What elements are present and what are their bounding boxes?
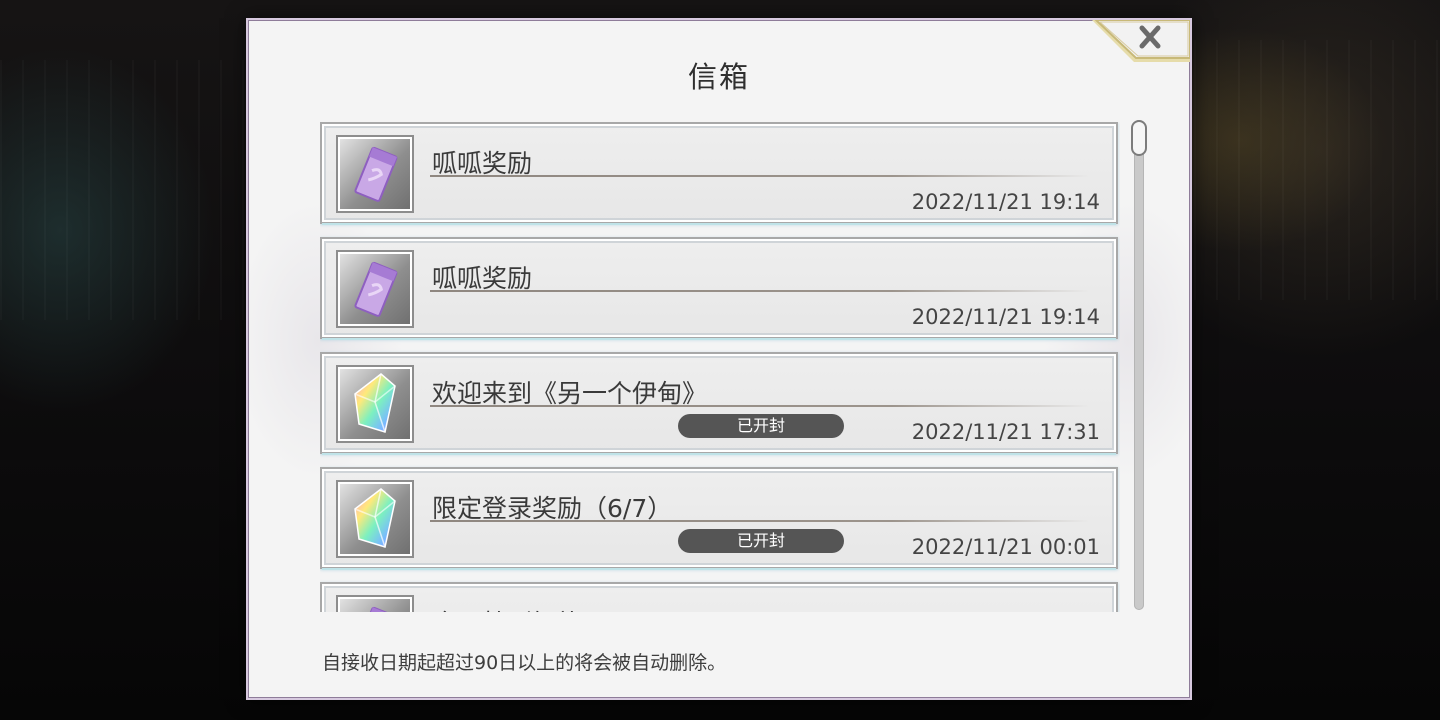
mail-item[interactable]: 限定登录奖励（6/7） 已开封 2022/11/21 00:01: [320, 467, 1118, 570]
auto-delete-notice: 自接收日期起超过90日以上的将会被自动删除。: [322, 652, 727, 674]
ticket-icon: [336, 595, 414, 612]
crystal-icon: [336, 480, 414, 558]
dialog-title: 信箱: [687, 60, 750, 94]
mail-item[interactable]: 今日特别好礼: [320, 582, 1118, 612]
mail-item[interactable]: 欢迎来到《另一个伊甸》 已开封 2022/11/21 17:31: [320, 352, 1118, 455]
mail-title: 今日特别好礼: [432, 604, 582, 612]
ticket-icon: [336, 135, 414, 213]
crystal-icon: [336, 365, 414, 443]
divider: [430, 520, 1090, 522]
divider: [430, 290, 1090, 292]
ticket-icon: [336, 250, 414, 328]
close-x-icon: [1092, 20, 1190, 62]
mailbox-dialog: 信箱 呱呱奖励 2022/11/21 19:14 呱呱奖励 2022/11/21…: [246, 18, 1192, 700]
mail-date: 2022/11/21 19:14: [911, 190, 1100, 214]
scrollbar-track[interactable]: [1131, 120, 1147, 610]
divider: [430, 405, 1090, 407]
mail-date: 2022/11/21 19:14: [911, 305, 1100, 329]
close-button[interactable]: [1090, 20, 1190, 64]
divider: [430, 175, 1090, 177]
background-window-left: [0, 60, 246, 320]
mail-date: 2022/11/21 17:31: [911, 420, 1100, 444]
mail-date: 2022/11/21 00:01: [911, 535, 1100, 559]
mail-item[interactable]: 呱呱奖励 2022/11/21 19:14: [320, 237, 1118, 340]
background-window-right: [1194, 40, 1440, 300]
mail-list[interactable]: 呱呱奖励 2022/11/21 19:14 呱呱奖励 2022/11/21 19…: [320, 122, 1120, 612]
opened-status-badge: 已开封: [678, 414, 844, 438]
opened-status-badge: 已开封: [678, 529, 844, 553]
scrollbar-thumb[interactable]: [1131, 120, 1147, 156]
mail-item[interactable]: 呱呱奖励 2022/11/21 19:14: [320, 122, 1118, 225]
